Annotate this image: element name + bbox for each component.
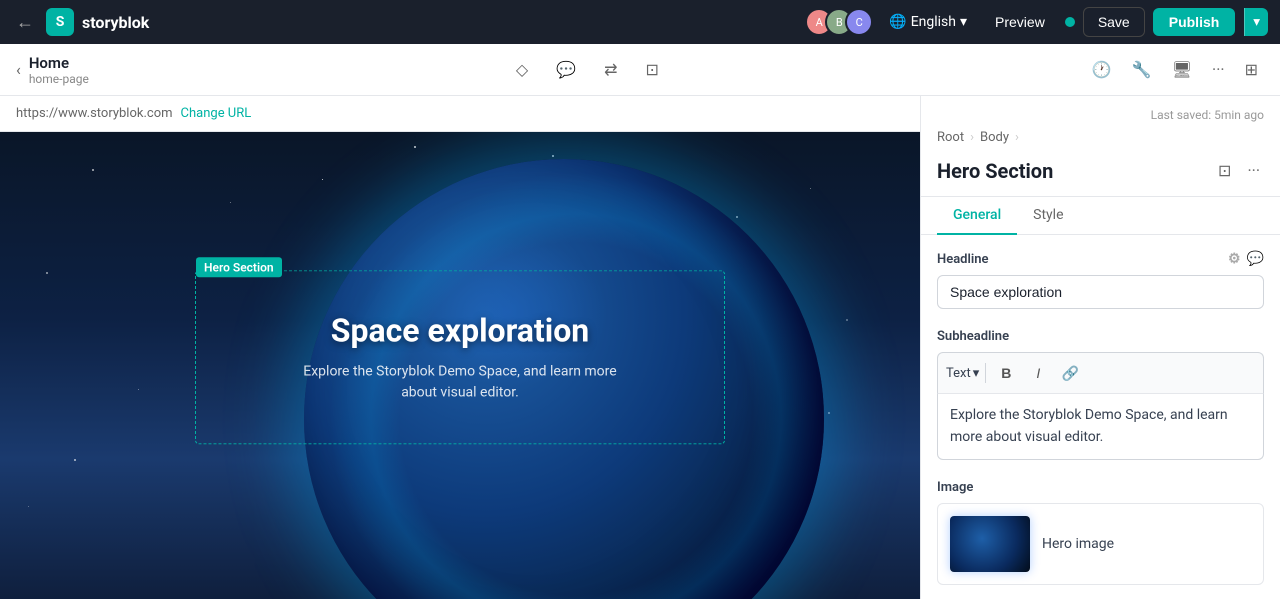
image-label: Image bbox=[937, 480, 1264, 495]
logo-icon: S bbox=[46, 8, 74, 36]
headline-label-actions: ⚙ 💬 bbox=[1228, 251, 1264, 267]
publish-dropdown-button[interactable]: ▾ bbox=[1244, 8, 1268, 36]
breadcrumb-sep-1: › bbox=[970, 130, 974, 145]
url-text: https://www.storyblok.com bbox=[16, 106, 173, 121]
text-type-select[interactable]: Text ▾ bbox=[946, 366, 979, 381]
toolbar-divider bbox=[985, 363, 986, 383]
page-slug: home-page bbox=[29, 72, 89, 86]
avatar-3: C bbox=[845, 8, 873, 36]
collapse-sidebar-button[interactable]: ‹ bbox=[16, 60, 21, 79]
section-actions: ⊡ ··· bbox=[1214, 157, 1264, 184]
wrench-icon[interactable]: 🔧 bbox=[1126, 54, 1158, 85]
main-layout: https://www.storyblok.com Change URL bbox=[0, 96, 1280, 599]
second-navigation: ‹ Home home-page ◇ 💬 ⇄ ⊡ 🕐 🔧 🖥 ··· ⊞ bbox=[0, 44, 1280, 96]
right-panel-header: Last saved: 5min ago Root › Body › Hero … bbox=[921, 96, 1280, 197]
subheadline-content[interactable]: Explore the Storyblok Demo Space, and le… bbox=[937, 394, 1264, 460]
change-url-button[interactable]: Change URL bbox=[181, 106, 252, 121]
preview-status-dot bbox=[1065, 17, 1075, 27]
component-icon-btn[interactable]: ⊡ bbox=[1214, 157, 1235, 184]
headline-input[interactable] bbox=[937, 275, 1264, 309]
more-icon-btn[interactable]: ··· bbox=[1243, 157, 1264, 184]
component-icon[interactable]: ⊡ bbox=[639, 54, 664, 85]
subheadline-label: Subheadline bbox=[937, 329, 1264, 344]
tabs-bar: General Style bbox=[921, 197, 1280, 235]
subheadline-field-group: Subheadline Text ▾ B I 🔗 Explore the Sto… bbox=[937, 329, 1264, 460]
tab-style[interactable]: Style bbox=[1017, 197, 1079, 235]
headline-field-group: Headline ⚙ 💬 bbox=[937, 251, 1264, 309]
more-options-icon[interactable]: ··· bbox=[1206, 54, 1231, 85]
image-preview-row[interactable]: Hero image bbox=[937, 503, 1264, 585]
language-label: English bbox=[911, 14, 956, 30]
right-panel-body: Headline ⚙ 💬 Subheadline Text ▾ bbox=[921, 235, 1280, 599]
link-button[interactable]: 🔗 bbox=[1056, 359, 1084, 387]
breadcrumb-root[interactable]: Root bbox=[937, 130, 964, 145]
desktop-icon[interactable]: 🖥 bbox=[1166, 54, 1198, 85]
comment-icon[interactable]: 💬 bbox=[550, 54, 582, 85]
hero-section-selection[interactable]: Hero Section Space exploration Explore t… bbox=[195, 270, 725, 444]
breadcrumb: Root › Body › bbox=[937, 130, 1264, 145]
chevron-icon: ▾ bbox=[973, 366, 980, 381]
globe-icon: 🌐 bbox=[889, 14, 906, 30]
tab-general[interactable]: General bbox=[937, 197, 1017, 235]
last-saved-label: Last saved: 5min ago bbox=[937, 108, 1264, 122]
settings-icon[interactable]: ⇄ bbox=[598, 54, 623, 85]
logo-text: storyblok bbox=[82, 13, 149, 32]
image-thumbnail bbox=[950, 516, 1030, 572]
image-field-group: Image Hero image bbox=[937, 480, 1264, 585]
language-selector[interactable]: 🌐 English ▾ bbox=[881, 10, 975, 34]
chevron-down-icon: ▾ bbox=[960, 14, 967, 30]
preview-area[interactable]: Hero Section Space exploration Explore t… bbox=[0, 132, 920, 599]
gear-icon[interactable]: ⚙ bbox=[1228, 251, 1241, 267]
breadcrumb-sep-2: › bbox=[1015, 130, 1019, 145]
section-title: Hero Section bbox=[937, 159, 1053, 183]
hero-subheadline: Explore the Storyblok Demo Space, and le… bbox=[290, 361, 630, 403]
back-button[interactable]: ← bbox=[12, 8, 38, 37]
right-panel: Last saved: 5min ago Root › Body › Hero … bbox=[920, 96, 1280, 599]
editor-panel: https://www.storyblok.com Change URL bbox=[0, 96, 920, 599]
comment-icon-headline[interactable]: 💬 bbox=[1247, 251, 1264, 267]
diamond-icon[interactable]: ◇ bbox=[510, 54, 534, 85]
image-alt-text: Hero image bbox=[1042, 536, 1114, 552]
richtext-toolbar: Text ▾ B I 🔗 bbox=[937, 352, 1264, 394]
url-bar: https://www.storyblok.com Change URL bbox=[0, 96, 920, 132]
selection-label: Hero Section bbox=[196, 257, 282, 277]
page-title: Home bbox=[29, 54, 89, 72]
hero-headline: Space exploration bbox=[216, 311, 704, 349]
preview-button[interactable]: Preview bbox=[983, 10, 1057, 34]
breadcrumb-body[interactable]: Body bbox=[980, 130, 1009, 145]
section-header: Hero Section ⊡ ··· bbox=[937, 157, 1264, 184]
history-icon[interactable]: 🕐 bbox=[1086, 54, 1118, 85]
collaborators-avatars: A B C bbox=[805, 8, 873, 36]
italic-button[interactable]: I bbox=[1024, 359, 1052, 387]
publish-button[interactable]: Publish bbox=[1153, 8, 1236, 36]
bold-button[interactable]: B bbox=[992, 359, 1020, 387]
save-button[interactable]: Save bbox=[1083, 7, 1145, 37]
headline-label: Headline ⚙ 💬 bbox=[937, 251, 1264, 267]
panel-toggle-icon[interactable]: ⊞ bbox=[1239, 54, 1264, 85]
top-navigation: ← S storyblok A B C 🌐 English ▾ Preview … bbox=[0, 0, 1280, 44]
